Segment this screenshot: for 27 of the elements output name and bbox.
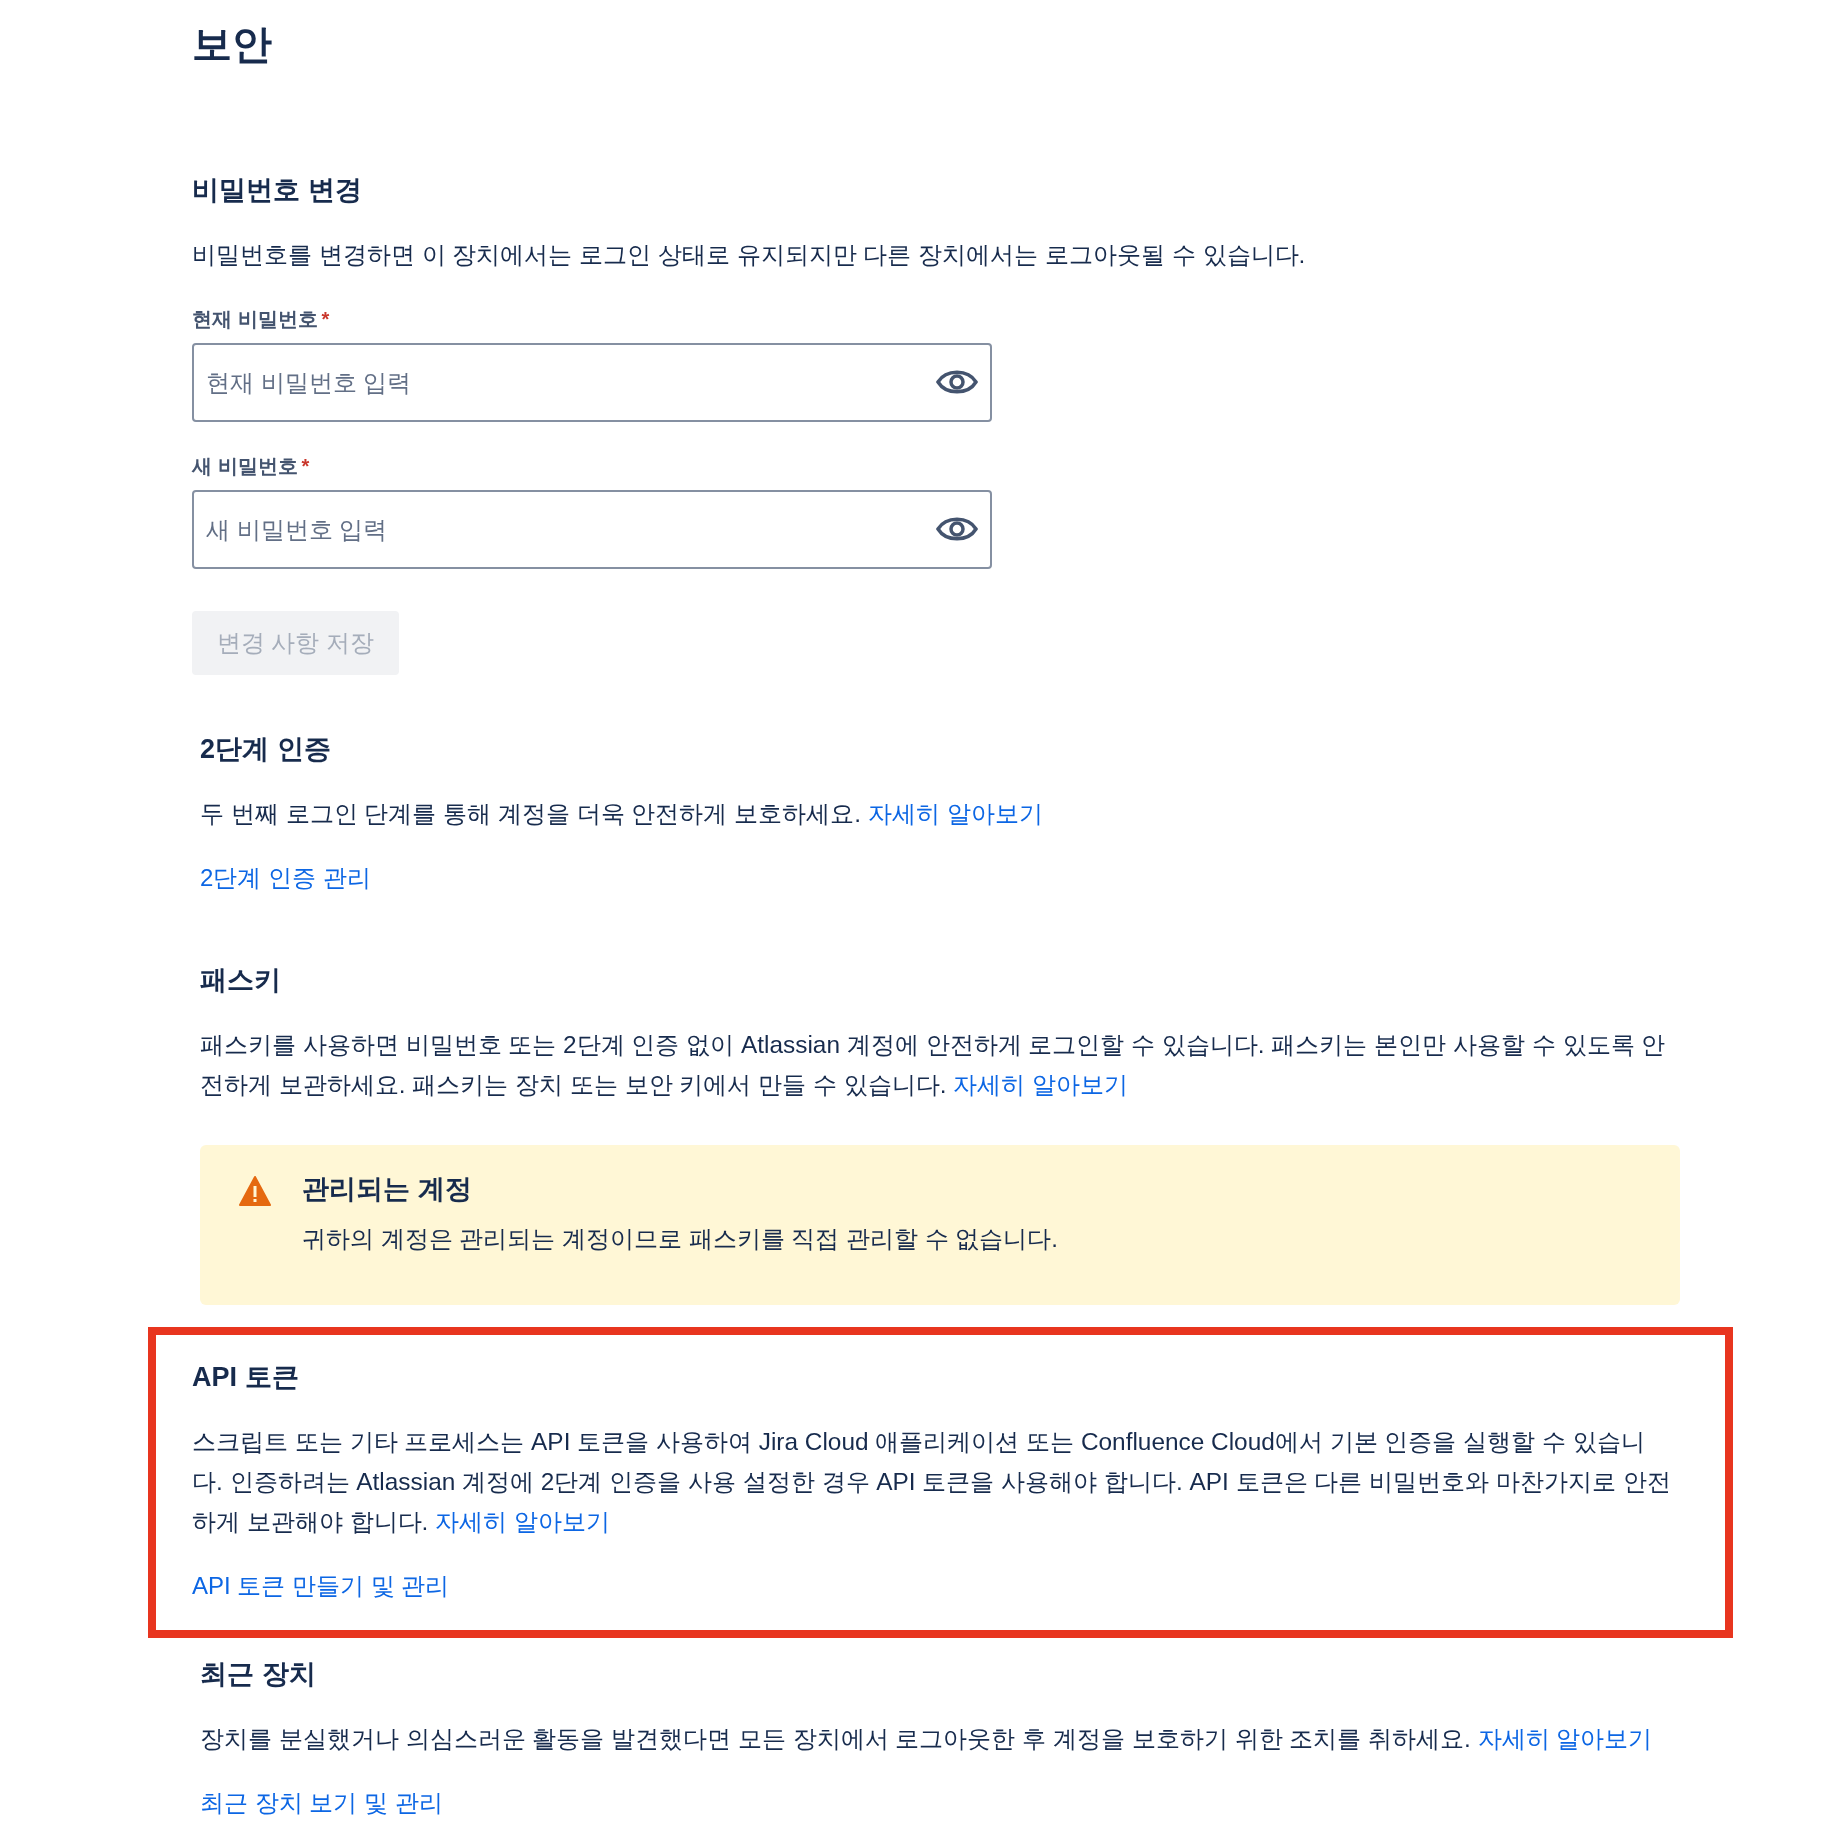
section-description: 장치를 분실했거나 의심스러운 활동을 발견했다면 모든 장치에서 로그아웃한 후 계정을 보호하기 위한 조치를 취하세요. 자세히 알아보기 bbox=[200, 1724, 1654, 1754]
required-mark: * bbox=[301, 455, 310, 477]
password-field[interactable]: 현재 비밀번호 입력 bbox=[192, 343, 992, 422]
field-label: 현재 비밀번호 * bbox=[192, 307, 331, 332]
page-title: 보안 bbox=[192, 21, 273, 68]
section-description: 패스키를 사용하면 비밀번호 또는 2단계 인증 없이 Atlassian 계정에 안전하게 로그인할 수 있습니다. 패스키는 본인만 사용할 수 있도록 안전하게 보관하세요. 패스키는 장치 또는 보안 키에서 만들 수 있습니다. 자세히 알아보기 bbox=[200, 1030, 1667, 1100]
warning-title: 관리되는 계정 bbox=[302, 1173, 473, 1206]
section-description: 비밀번호를 변경하면 이 장치에서는 로그인 상태로 유지되지만 다른 장치에서는 로그아웃될 수 있습니다. bbox=[192, 240, 1307, 270]
warning-icon bbox=[238, 1175, 272, 1207]
required-mark: * bbox=[321, 308, 330, 330]
section-heading: API 토큰 bbox=[192, 1361, 300, 1394]
warning-message: 귀하의 계정은 관리되는 계정이므로 패스키를 직접 관리할 수 없습니다. bbox=[302, 1224, 1058, 1254]
action-link[interactable]: API 토큰 만들기 및 관리 bbox=[192, 1566, 450, 1606]
section-heading: 패스키 bbox=[200, 964, 282, 997]
learn-more-link[interactable]: 자세히 알아보기 bbox=[953, 1071, 1129, 1098]
action-link[interactable]: 2단계 인증 관리 bbox=[200, 858, 371, 898]
section-heading: 2단계 인증 bbox=[200, 733, 332, 766]
field-label: 새 비밀번호 * bbox=[192, 454, 311, 479]
section-heading: 최근 장치 bbox=[200, 1658, 317, 1691]
section-heading: 비밀번호 변경 bbox=[192, 174, 363, 207]
section-description: 두 번째 로그인 단계를 통해 계정을 더욱 안전하게 보호하세요. 자세히 알아보기 bbox=[200, 799, 1044, 829]
learn-more-link[interactable]: 자세히 알아보기 bbox=[867, 800, 1043, 827]
learn-more-link[interactable]: 자세히 알아보기 bbox=[1477, 1725, 1653, 1752]
password-field[interactable]: 새 비밀번호 입력 bbox=[192, 490, 992, 569]
section-description: 스크립트 또는 기타 프로세스는 API 토큰을 사용하여 Jira Cloud 애플리케이션 또는 Confluence Cloud에서 기본 인증을 실행할 수 있습니다. 인증하려는 Atlassian 계정에 2단계 인증을 사용 설정한 경우 API 토큰을 사용해야 합니다. API 토큰은 다른 비밀번호와 마찬가지로 안전하게 보관해야 합니다. 자세히 알아보기 bbox=[192, 1427, 1672, 1537]
action-link[interactable]: 최근 장치 보기 및 관리 bbox=[200, 1783, 443, 1823]
learn-more-link[interactable]: 자세히 알아보기 bbox=[435, 1508, 610, 1535]
